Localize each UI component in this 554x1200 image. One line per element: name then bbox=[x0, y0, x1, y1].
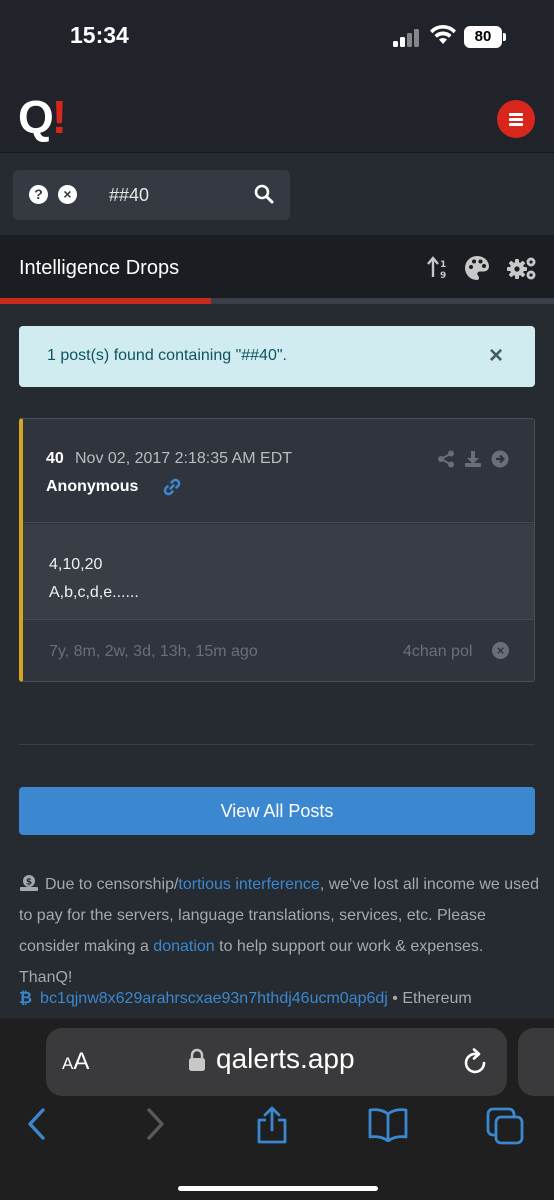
logo-letter: Q bbox=[18, 91, 54, 143]
search-input[interactable] bbox=[109, 183, 249, 207]
post-author: Anonymous bbox=[46, 478, 139, 495]
share-sheet-icon[interactable] bbox=[255, 1106, 289, 1144]
view-all-posts-button[interactable]: View All Posts bbox=[19, 787, 535, 835]
donation-link[interactable]: donation bbox=[153, 938, 214, 955]
share-icon[interactable] bbox=[437, 450, 455, 468]
divider bbox=[19, 744, 535, 745]
donation-text-1: Due to censorship/ bbox=[45, 876, 179, 893]
download-icon[interactable] bbox=[464, 450, 482, 468]
site-logo[interactable]: Q! bbox=[18, 90, 67, 144]
search-box: ? × bbox=[13, 170, 290, 220]
crypto-line: ₿ bc1qjnw8x629arahrscxae93n7hthdj46ucm0ap… bbox=[19, 990, 554, 1008]
battery-icon: 80 bbox=[464, 26, 502, 48]
post-age: 7y, 8m, 2w, 3d, 13h, 15m ago bbox=[49, 643, 258, 660]
logo-bang: ! bbox=[51, 91, 67, 143]
lock-icon bbox=[189, 1048, 205, 1071]
status-bar: 15:34 80 bbox=[0, 0, 554, 76]
back-icon[interactable] bbox=[24, 1106, 48, 1142]
post-footer: 7y, 8m, 2w, 3d, 13h, 15m ago 4chan pol × bbox=[23, 621, 534, 681]
settings-icon[interactable] bbox=[506, 255, 538, 281]
alert-text: 1 post(s) found containing "##40". bbox=[47, 347, 287, 364]
page-title: Intelligence Drops bbox=[19, 257, 180, 279]
sort-icon[interactable]: 1 9 bbox=[427, 255, 449, 281]
text-size-button[interactable]: AA bbox=[62, 1048, 89, 1076]
status-time: 15:34 bbox=[70, 22, 129, 48]
forward-icon[interactable] bbox=[144, 1106, 168, 1142]
donation-notice: $ Due to censorship/tortious interferenc… bbox=[19, 869, 539, 993]
post-source: 4chan pol bbox=[403, 643, 473, 660]
svg-text:1: 1 bbox=[440, 260, 446, 270]
url-bar[interactable]: AA qalerts.app bbox=[46, 1028, 507, 1096]
search-area: ? × bbox=[0, 153, 554, 235]
post-text-line: A,b,c,d,e...... bbox=[49, 584, 139, 601]
alert-close-button[interactable]: × bbox=[489, 342, 503, 370]
svg-text:$: $ bbox=[26, 878, 32, 888]
post-body: 4,10,20 A,b,c,d,e...... bbox=[23, 524, 534, 620]
url-text: qalerts.app bbox=[216, 1043, 355, 1074]
battery-level: 80 bbox=[474, 28, 492, 45]
post-date: Nov 02, 2017 2:18:35 AM EDT bbox=[75, 450, 293, 467]
search-result-alert: 1 post(s) found containing "##40". × bbox=[19, 326, 535, 387]
search-icon[interactable] bbox=[254, 184, 274, 204]
palette-icon[interactable] bbox=[464, 255, 490, 281]
tabs-icon[interactable] bbox=[485, 1106, 525, 1146]
btc-address-link[interactable]: bc1qjnw8x629arahrscxae93n7hthdj46ucm0ap6… bbox=[40, 990, 388, 1007]
post-card: 40 Nov 02, 2017 2:18:35 AM EDT Anonymous bbox=[19, 418, 535, 682]
help-icon[interactable]: ? bbox=[29, 185, 48, 204]
ethereum-label: • Ethereum bbox=[387, 990, 472, 1007]
wifi-icon bbox=[430, 24, 456, 44]
clear-search-icon[interactable]: × bbox=[58, 185, 77, 204]
arrow-right-circle-icon[interactable] bbox=[491, 450, 509, 468]
signal-icon bbox=[393, 27, 425, 47]
site-header: Q! bbox=[0, 76, 554, 153]
post-text-line: 4,10,20 bbox=[49, 556, 103, 573]
progress-fill bbox=[0, 298, 211, 304]
bitcoin-icon: ₿ bbox=[19, 990, 33, 1007]
title-bar: Intelligence Drops 1 9 bbox=[0, 235, 554, 299]
source-close-icon[interactable]: × bbox=[492, 642, 509, 659]
next-tab-preview[interactable] bbox=[518, 1028, 554, 1096]
svg-text:9: 9 bbox=[440, 271, 446, 281]
post-number[interactable]: 40 bbox=[46, 450, 64, 468]
results-progress-bar bbox=[0, 298, 554, 304]
battery-nub bbox=[503, 33, 506, 41]
tortious-interference-link[interactable]: tortious interference bbox=[178, 876, 319, 893]
home-indicator bbox=[178, 1186, 378, 1191]
browser-nav bbox=[0, 1106, 554, 1156]
menu-button[interactable] bbox=[497, 100, 535, 138]
link-icon[interactable] bbox=[163, 478, 181, 496]
money-hand-icon: $ bbox=[20, 875, 38, 891]
bookmarks-icon[interactable] bbox=[367, 1106, 409, 1142]
reload-icon[interactable] bbox=[463, 1048, 489, 1076]
browser-toolbar: AA qalerts.app bbox=[0, 1018, 554, 1200]
post-header: 40 Nov 02, 2017 2:18:35 AM EDT Anonymous bbox=[23, 419, 534, 523]
